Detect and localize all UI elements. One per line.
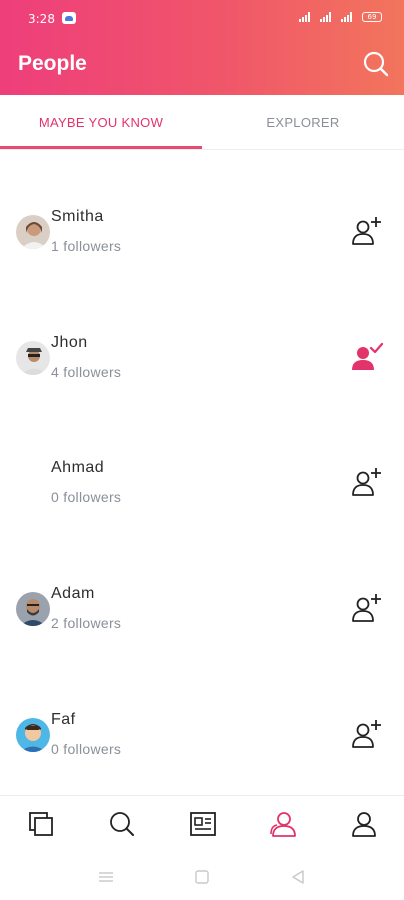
person-name: Faf: [51, 711, 76, 728]
add-user-icon: [352, 720, 381, 748]
nav-feed[interactable]: [27, 810, 55, 838]
add-user-icon: [352, 468, 381, 496]
person-name: Jhon: [51, 334, 88, 351]
app-header: 3:28 69 People: [0, 0, 404, 95]
nav-profile[interactable]: [350, 810, 378, 838]
menu-button[interactable]: [98, 869, 114, 885]
profile-icon: [352, 812, 376, 837]
tab-bar: MAYBE YOU KNOW EXPLORER: [0, 95, 404, 150]
follower-count: 4 followers: [51, 364, 122, 380]
page-title: People: [18, 52, 87, 75]
add-user-icon: [352, 217, 381, 245]
status-indicators: 69: [299, 12, 382, 22]
avatar: [16, 341, 50, 375]
list-item[interactable]: Smitha 1 followers: [0, 186, 404, 276]
newspaper-icon: [190, 812, 216, 836]
follow-button[interactable]: [350, 718, 384, 752]
follower-count: 0 followers: [51, 741, 122, 757]
follow-button[interactable]: [350, 466, 384, 500]
follow-button[interactable]: [350, 592, 384, 626]
cloud-icon: [62, 12, 76, 24]
signal-icon: [299, 12, 310, 22]
signal-icon: [341, 12, 352, 22]
follower-count: 0 followers: [51, 489, 122, 505]
tab-maybe-you-know[interactable]: MAYBE YOU KNOW: [0, 95, 202, 150]
status-time: 3:28: [28, 12, 55, 26]
menu-icon: [99, 872, 113, 882]
follower-count: 1 followers: [51, 238, 122, 254]
search-icon: [363, 51, 389, 77]
bottom-navigation: [0, 795, 404, 853]
avatar: [16, 718, 50, 752]
search-button[interactable]: [362, 50, 390, 78]
list-item[interactable]: Ahmad 0 followers: [0, 437, 404, 527]
avatar: [16, 215, 50, 249]
tab-explorer[interactable]: EXPLORER: [202, 95, 404, 150]
user-check-icon: [352, 342, 384, 370]
search-icon: [110, 812, 134, 836]
list-item[interactable]: Jhon 4 followers: [0, 312, 404, 402]
signal-icon: [320, 12, 331, 22]
tab-indicator: [0, 146, 202, 149]
add-user-icon: [352, 594, 381, 622]
nav-people[interactable]: [269, 810, 297, 838]
status-bar: 3:28 69: [0, 0, 404, 38]
list-item[interactable]: Faf 0 followers: [0, 689, 404, 779]
home-button[interactable]: [194, 869, 210, 885]
square-icon: [195, 870, 209, 884]
list-item[interactable]: Adam 2 followers: [0, 563, 404, 653]
battery-icon: 69: [362, 12, 382, 22]
follower-count: 2 followers: [51, 615, 122, 631]
person-name: Smitha: [51, 208, 104, 225]
people-icon: [270, 812, 296, 837]
back-button[interactable]: [290, 869, 306, 885]
follow-button[interactable]: [350, 215, 384, 249]
following-button[interactable]: [350, 341, 384, 375]
nav-search[interactable]: [108, 810, 136, 838]
avatar: [16, 592, 50, 626]
person-name: Ahmad: [51, 459, 105, 476]
person-name: Adam: [51, 585, 95, 602]
squares-icon: [29, 812, 53, 836]
back-triangle-icon: [292, 870, 304, 884]
system-navigation: [0, 853, 404, 900]
nav-news[interactable]: [189, 810, 217, 838]
